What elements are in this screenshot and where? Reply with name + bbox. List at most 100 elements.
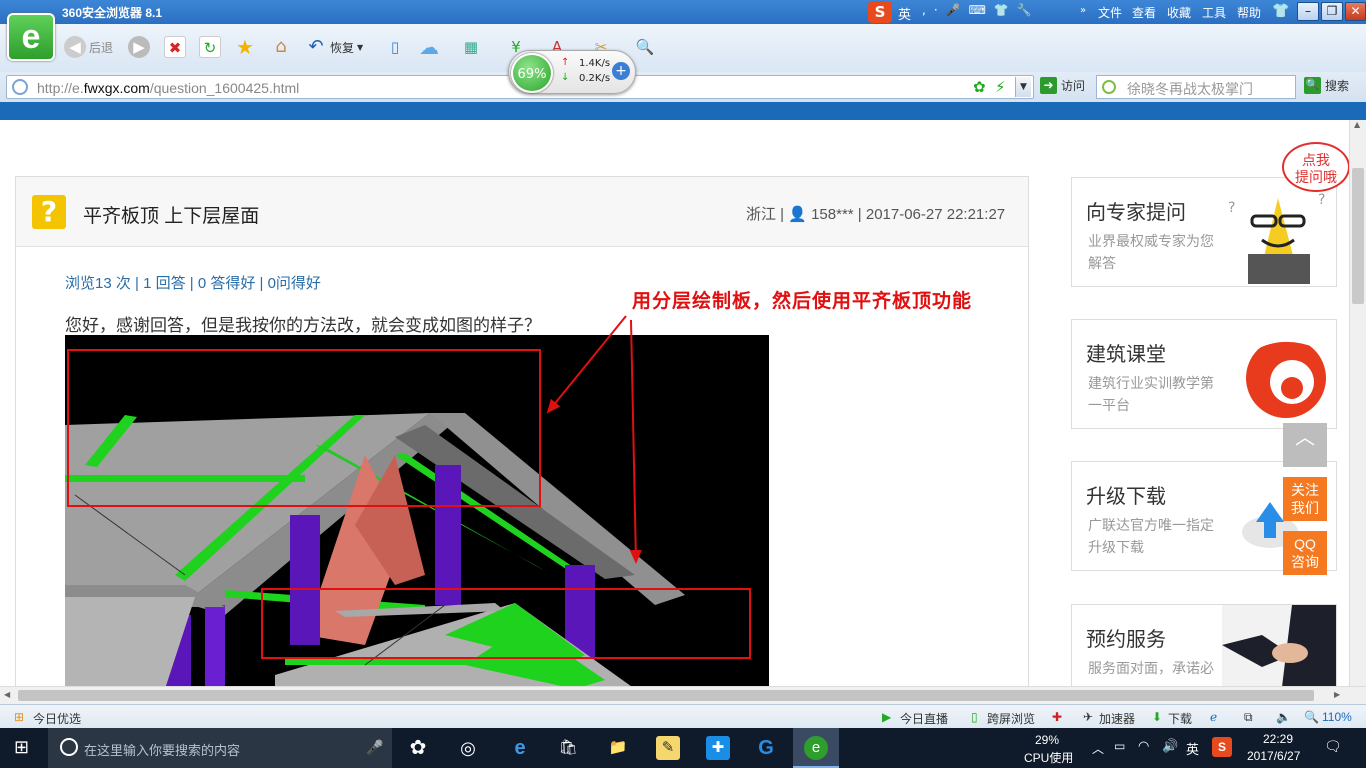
- search-button[interactable]: 🔍 搜索: [1304, 77, 1349, 94]
- microphone-icon[interactable]: 🎤: [366, 739, 383, 756]
- thunder-app-icon[interactable]: ✚: [706, 736, 730, 760]
- glodon-app-icon[interactable]: G: [754, 736, 778, 760]
- horizontal-scroll-thumb[interactable]: [18, 690, 1314, 701]
- zoom-level[interactable]: 110%: [1322, 710, 1352, 724]
- dropdown-arrow-icon: ▼: [357, 42, 364, 52]
- scroll-right-icon[interactable]: ▶: [1334, 690, 1340, 699]
- tray-expand-icon[interactable]: ︿: [1092, 740, 1104, 757]
- notification-icon[interactable]: 🗨: [1324, 738, 1342, 755]
- sogou-tray-icon[interactable]: S: [1212, 737, 1232, 757]
- scroll-left-icon[interactable]: ◀: [4, 690, 10, 699]
- menu-overflow-icon[interactable]: »: [1080, 5, 1086, 16]
- browser-logo[interactable]: e: [7, 13, 55, 61]
- menu-file[interactable]: 文件: [1098, 4, 1122, 21]
- notes-app-icon[interactable]: ✎: [656, 736, 680, 760]
- restore-button[interactable]: ❐: [1321, 2, 1343, 21]
- page-globe-icon: [12, 79, 28, 95]
- horizontal-scrollbar[interactable]: ◀ ▶: [0, 686, 1366, 704]
- back-button[interactable]: ◀ 后退: [64, 34, 113, 60]
- forward-icon[interactable]: ▶: [128, 36, 150, 58]
- window-icon[interactable]: ⧉: [1244, 710, 1253, 725]
- menu-favorites[interactable]: 收藏: [1167, 4, 1191, 21]
- promo-classroom[interactable]: 建筑课堂 建筑行业实训教学第一平台: [1071, 319, 1337, 429]
- apps-icon[interactable]: ▦: [460, 36, 482, 58]
- today-live-link[interactable]: 今日直播: [900, 710, 948, 727]
- visit-button[interactable]: ➜ 访问: [1040, 77, 1085, 94]
- close-button[interactable]: ✕: [1345, 2, 1366, 21]
- cloud-icon[interactable]: ☁: [418, 36, 440, 58]
- file-explorer-icon[interactable]: 📁: [606, 736, 630, 760]
- upload-speed: 1.4K/s: [579, 58, 611, 69]
- promo-title: 向专家提问: [1086, 202, 1186, 224]
- ime-lang-indicator[interactable]: 英: [898, 4, 911, 23]
- cpu-percent: 29%: [1035, 733, 1060, 747]
- taskbar-browser-active[interactable]: e: [793, 728, 839, 768]
- ime-taskbar-lang[interactable]: 英: [1186, 739, 1199, 758]
- clock-date[interactable]: 2017/6/27: [1247, 749, 1300, 763]
- download-link[interactable]: 下载: [1168, 710, 1192, 727]
- speedup-plus-icon[interactable]: +: [612, 62, 630, 80]
- store-icon[interactable]: 🛍: [556, 736, 580, 760]
- follow-us-button[interactable]: 关注我们: [1283, 477, 1327, 521]
- go-arrow-icon: ➜: [1040, 77, 1057, 94]
- wifi-icon[interactable]: ◠: [1138, 738, 1149, 754]
- skin-icon[interactable]: 👕: [1272, 3, 1289, 19]
- swirl-app-icon[interactable]: ◎: [456, 736, 480, 760]
- speaker-icon[interactable]: 🔊: [1162, 738, 1178, 754]
- scroll-up-icon[interactable]: ▲: [1354, 120, 1360, 129]
- svg-text:?: ?: [1318, 192, 1325, 208]
- question-image: [65, 335, 769, 689]
- windows-start-icon[interactable]: ⊞: [14, 737, 29, 758]
- menu-view[interactable]: 查看: [1132, 4, 1156, 21]
- svg-text:?: ?: [1228, 200, 1235, 216]
- url-text: http://e.fwxgx.com/question_1600425.html: [37, 80, 300, 96]
- sogou-ime-icon[interactable]: S: [868, 1, 892, 23]
- refresh-icon[interactable]: ↻: [199, 36, 221, 58]
- menu-help[interactable]: 帮助: [1237, 4, 1261, 21]
- ie-mode-icon[interactable]: ℯ: [1210, 710, 1217, 724]
- vertical-scrollbar[interactable]: ▲: [1349, 120, 1366, 686]
- edge-icon[interactable]: e: [508, 736, 532, 760]
- promo-subtitle: 建筑行业实训教学第一平台: [1088, 375, 1214, 413]
- question-stats[interactable]: 浏览13 次 | 1 回答 | 0 答得好 | 0问得好: [65, 272, 321, 293]
- qq-consult-button[interactable]: QQ咨询: [1283, 531, 1327, 575]
- back-to-top-button[interactable]: ︿: [1283, 423, 1327, 467]
- question-meta: 浙江 | 👤 158*** | 2017-06-27 22:21:27: [746, 206, 1006, 223]
- minimize-button[interactable]: –: [1297, 2, 1319, 21]
- search-input[interactable]: 徐晓冬再战太极掌门: [1096, 75, 1296, 99]
- clock-time[interactable]: 22:29: [1263, 732, 1293, 746]
- taskbar-search-placeholder: 在这里输入你要搜索的内容: [84, 743, 241, 758]
- volume-icon[interactable]: 🔈: [1276, 710, 1291, 724]
- menu-tools[interactable]: 工具: [1202, 4, 1226, 21]
- zoom-icon[interactable]: 🔍: [634, 36, 656, 58]
- accelerator-link[interactable]: 加速器: [1099, 710, 1135, 727]
- promo-subtitle: 服务面对面，承诺必达: [1088, 660, 1214, 676]
- window-title: 360安全浏览器 8.1: [62, 6, 163, 20]
- stop-icon[interactable]: ✖: [164, 36, 186, 58]
- undo-icon: ↶: [308, 36, 324, 57]
- ask-bubble[interactable]: 点我 提问哦: [1282, 142, 1350, 192]
- network-icon[interactable]: ▭: [1114, 739, 1125, 753]
- memory-percent: 69%: [511, 53, 553, 93]
- address-bar-row: http://e.fwxgx.com/question_1600425.html…: [0, 72, 1366, 102]
- promo-title: 建筑课堂: [1086, 344, 1166, 366]
- today-picks-link[interactable]: 今日优选: [33, 710, 81, 727]
- promo-title: 预约服务: [1086, 629, 1166, 651]
- favorite-star-icon[interactable]: ★: [234, 36, 256, 58]
- vertical-scroll-thumb[interactable]: [1352, 168, 1364, 304]
- cross-screen-link[interactable]: 跨屏浏览: [987, 710, 1035, 727]
- annotation-arrows: [546, 315, 642, 564]
- taskbar-search-input[interactable]: 在这里输入你要搜索的内容 🎤: [48, 728, 392, 768]
- address-dropdown-icon[interactable]: ▼: [1015, 77, 1031, 97]
- promo-ask-expert[interactable]: 向专家提问 业界最权威专家为您解答 ? ?: [1071, 177, 1337, 287]
- phone-icon[interactable]: ▯: [384, 36, 406, 58]
- secure-icon[interactable]: ✿: [973, 78, 986, 96]
- restore-tab-button[interactable]: ↶ 恢复 ▼: [305, 34, 363, 60]
- network-speed-widget[interactable]: 69% ↑ 1.4K/s ↓ 0.2K/s +: [508, 50, 636, 94]
- speed-mode-icon[interactable]: ⚡: [995, 78, 1006, 96]
- health-icon[interactable]: ✚: [1052, 710, 1062, 724]
- ime-toolbar-icons[interactable]: ,·🎤⌨👕🔧: [922, 3, 1040, 17]
- pinwheel-app-icon[interactable]: ✿: [406, 736, 430, 760]
- home-icon[interactable]: ⌂: [270, 36, 292, 58]
- annotation-box-upper: [67, 349, 541, 507]
